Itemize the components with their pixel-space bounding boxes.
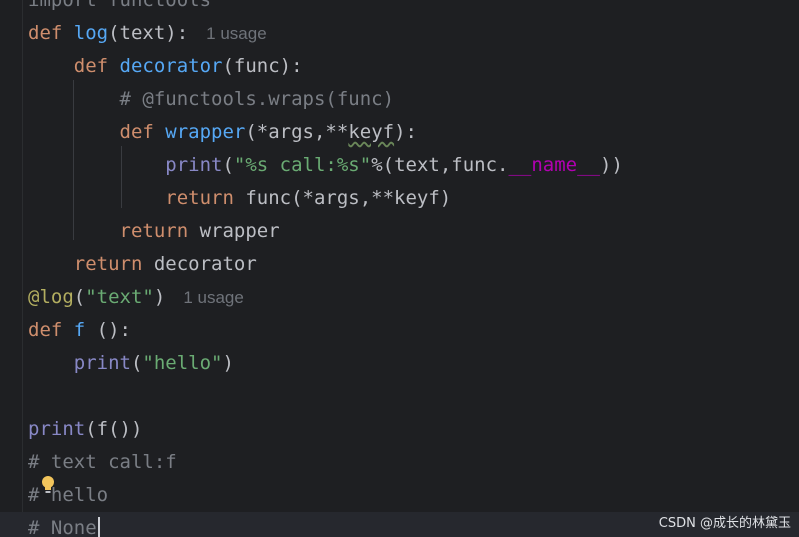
code-text: # None — [28, 512, 97, 537]
text-cursor — [98, 517, 100, 537]
code-line[interactable] — [0, 380, 799, 413]
code-token: ) — [153, 286, 166, 308]
code-text: def decorator(func): — [28, 50, 303, 83]
code-text: def wrapper(*args,**keyf): — [28, 116, 417, 149]
code-line[interactable]: def wrapper(*args,**keyf): — [0, 116, 799, 149]
code-token: @log — [28, 286, 74, 308]
code-line[interactable]: print(f()) — [0, 413, 799, 446]
code-line[interactable]: return decorator — [0, 248, 799, 281]
code-token: # None — [28, 517, 97, 537]
code-token: func(*args,**keyf) — [245, 187, 452, 209]
usage-hint[interactable]: 1 usage — [206, 24, 267, 43]
code-token: def — [28, 55, 120, 77]
code-token: (text): — [108, 22, 189, 44]
code-token: return — [28, 253, 154, 275]
code-text: def f (): — [28, 314, 131, 347]
code-token: ( — [73, 286, 86, 308]
code-line[interactable]: @log("text") 1 usage — [0, 281, 799, 314]
usage-hint[interactable]: 1 usage — [183, 288, 244, 307]
indent-guide — [121, 146, 122, 208]
code-token: (func): — [222, 55, 303, 77]
code-line[interactable]: def f (): — [0, 314, 799, 347]
code-token: decorator — [153, 253, 257, 275]
code-line[interactable]: # text call:f — [0, 446, 799, 479]
code-text: # hello — [28, 479, 108, 512]
code-token: decorator — [119, 55, 223, 77]
code-editor[interactable]: import functools def log(text): 1 usage de… — [0, 0, 799, 537]
code-token: def — [28, 121, 166, 143]
code-token: keyf — [348, 121, 395, 143]
code-token: # @functools.wraps(func) — [28, 88, 395, 110]
code-token: )) — [600, 154, 623, 176]
code-line[interactable]: def log(text): 1 usage — [0, 17, 799, 50]
code-token: (f()) — [85, 418, 143, 440]
code-text: print("%s call:%s"%(text,func.__name__)) — [28, 149, 623, 182]
code-line[interactable]: import functools — [0, 0, 799, 17]
code-line[interactable]: # @functools.wraps(func) — [0, 83, 799, 116]
code-line[interactable]: print("hello") — [0, 347, 799, 380]
code-text: return func(*args,**keyf) — [28, 182, 451, 215]
code-line[interactable]: def decorator(func): — [0, 50, 799, 83]
code-token: %(text,func. — [371, 154, 509, 176]
code-text: return wrapper — [28, 215, 280, 248]
code-token: return — [28, 220, 200, 242]
code-text: # @functools.wraps(func) — [28, 83, 395, 116]
code-token: import functools — [28, 0, 212, 11]
code-token: ): — [394, 121, 417, 143]
code-token: (): — [96, 319, 131, 341]
lightbulb-icon[interactable] — [41, 476, 55, 494]
code-text: def log(text): 1 usage — [28, 17, 267, 50]
code-token: print — [28, 418, 86, 440]
code-token: def — [28, 319, 74, 341]
code-token: (*args,** — [245, 121, 349, 143]
code-line[interactable]: print("%s call:%s"%(text,func.__name__)) — [0, 149, 799, 182]
code-text: print(f()) — [28, 413, 142, 446]
watermark: CSDN @成长的林黛玉 — [658, 516, 791, 531]
code-token: __name__ — [508, 154, 600, 176]
code-text: print("hello") — [28, 347, 234, 380]
code-text: @log("text") 1 usage — [28, 281, 244, 314]
code-token: def — [28, 22, 74, 44]
code-token: log — [73, 22, 109, 44]
code-token: wrapper — [199, 220, 280, 242]
code-token: ( — [222, 154, 234, 176]
code-token: print — [28, 154, 223, 176]
code-line[interactable]: return wrapper — [0, 215, 799, 248]
code-token: "hello" — [142, 352, 223, 374]
code-text: return decorator — [28, 248, 257, 281]
code-token: return — [28, 187, 246, 209]
code-text: # text call:f — [28, 446, 177, 479]
code-token: ( — [130, 352, 143, 374]
code-token: wrapper — [165, 121, 246, 143]
code-token: # text call:f — [28, 451, 177, 473]
code-text: import functools — [28, 0, 211, 17]
code-token: "text" — [85, 286, 154, 308]
code-line[interactable]: # hello — [0, 479, 799, 512]
code-token: print — [28, 352, 131, 374]
code-token: "%s call:%s" — [233, 154, 372, 176]
code-token: # hello — [28, 484, 109, 506]
code-token: f — [73, 319, 97, 341]
indent-guide — [73, 80, 74, 240]
code-line[interactable]: return func(*args,**keyf) — [0, 182, 799, 215]
code-token: ) — [222, 352, 234, 374]
